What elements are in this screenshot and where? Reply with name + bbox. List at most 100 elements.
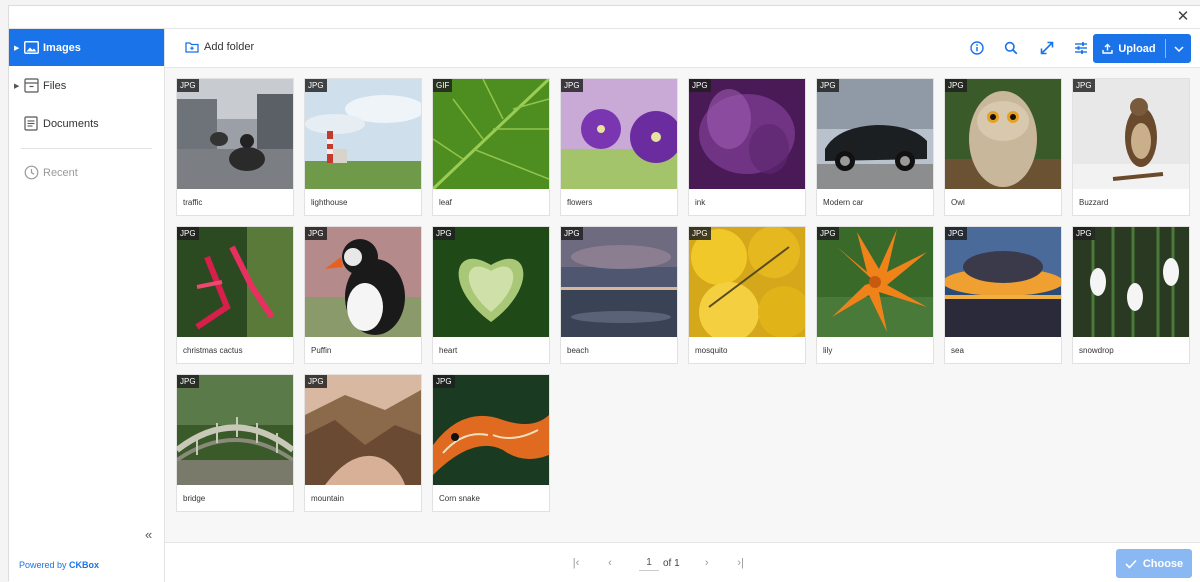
- asset-thumbnail: [689, 79, 805, 189]
- upload-icon: [1102, 43, 1114, 54]
- ckbox-link[interactable]: CKBox: [69, 560, 99, 570]
- asset-thumbnail: [1073, 227, 1189, 337]
- document-icon: [23, 116, 39, 132]
- asset-thumbnail: [561, 227, 677, 337]
- asset-card[interactable]: JPG Owl: [944, 78, 1062, 216]
- asset-thumbnail: [177, 375, 293, 485]
- sidebar-item-label: Images: [43, 41, 81, 54]
- prev-page-icon[interactable]: ‹: [601, 556, 619, 570]
- asset-name: snowdrop: [1079, 346, 1114, 355]
- asset-card[interactable]: JPG bridge: [176, 374, 294, 512]
- powered-by-prefix: Powered by: [19, 560, 70, 570]
- asset-card[interactable]: JPG traffic: [176, 78, 294, 216]
- collapse-sidebar-icon[interactable]: «: [145, 527, 152, 542]
- asset-name: lily: [823, 346, 833, 355]
- choose-button[interactable]: Choose: [1116, 549, 1192, 578]
- asset-card[interactable]: JPG lighthouse: [304, 78, 422, 216]
- last-page-icon[interactable]: ›|: [732, 556, 750, 570]
- asset-card[interactable]: JPG lily: [816, 226, 934, 364]
- sidebar-item-recent[interactable]: Recent: [9, 154, 164, 191]
- file-type-badge: GIF: [433, 79, 453, 92]
- settings-sliders-icon[interactable]: [1073, 40, 1089, 56]
- asset-card[interactable]: JPG Corn snake: [432, 374, 550, 512]
- caret-right-icon[interactable]: ▶: [14, 82, 19, 90]
- file-type-badge: JPG: [177, 79, 199, 92]
- asset-name: christmas cactus: [183, 346, 243, 355]
- asset-card[interactable]: JPG sea: [944, 226, 1062, 364]
- close-icon[interactable]: ✕: [1175, 9, 1191, 25]
- asset-thumbnail: [689, 227, 805, 337]
- page-number-input[interactable]: [639, 555, 659, 571]
- asset-thumbnail: [177, 79, 293, 189]
- maximize-icon[interactable]: [1039, 40, 1055, 56]
- sidebar-item-label: Documents: [43, 117, 99, 130]
- file-type-badge: JPG: [305, 79, 327, 92]
- first-page-icon[interactable]: |‹: [567, 556, 585, 570]
- asset-card[interactable]: GIF leaf: [432, 78, 550, 216]
- sidebar-item-documents[interactable]: Documents: [9, 105, 164, 142]
- asset-card[interactable]: JPG beach: [560, 226, 678, 364]
- asset-name: lighthouse: [311, 198, 348, 207]
- asset-thumbnail: [945, 227, 1061, 337]
- asset-card[interactable]: JPG Puffin: [304, 226, 422, 364]
- file-type-badge: JPG: [689, 227, 711, 240]
- asset-name: mountain: [311, 494, 344, 503]
- asset-thumbnail: [305, 375, 421, 485]
- asset-card[interactable]: JPG mountain: [304, 374, 422, 512]
- asset-card[interactable]: JPG heart: [432, 226, 550, 364]
- asset-card[interactable]: JPG christmas cactus: [176, 226, 294, 364]
- image-icon: [23, 40, 39, 56]
- asset-card[interactable]: JPG Buzzard: [1072, 78, 1190, 216]
- asset-name: ink: [695, 198, 706, 207]
- asset-card[interactable]: JPG ink: [688, 78, 806, 216]
- asset-card[interactable]: JPG Modern car: [816, 78, 934, 216]
- upload-button[interactable]: Upload: [1093, 34, 1191, 63]
- file-type-badge: JPG: [433, 227, 455, 240]
- file-type-badge: JPG: [305, 227, 327, 240]
- sidebar-item-label: Recent: [43, 166, 78, 179]
- file-type-badge: JPG: [177, 227, 199, 240]
- asset-card[interactable]: JPG flowers: [560, 78, 678, 216]
- next-page-icon[interactable]: ›: [698, 556, 716, 570]
- file-type-badge: JPG: [561, 227, 583, 240]
- search-icon[interactable]: [1003, 40, 1019, 56]
- asset-name: mosquito: [695, 346, 728, 355]
- asset-thumbnail: [305, 227, 421, 337]
- check-icon: [1125, 559, 1137, 569]
- upload-label: Upload: [1118, 42, 1156, 55]
- asset-name: heart: [439, 346, 458, 355]
- asset-card[interactable]: JPG snowdrop: [1072, 226, 1190, 364]
- caret-right-icon[interactable]: ▶: [14, 44, 19, 52]
- asset-thumbnail: [561, 79, 677, 189]
- file-type-badge: JPG: [177, 375, 199, 388]
- add-folder-button[interactable]: Add folder: [185, 41, 254, 53]
- add-folder-label: Add folder: [204, 41, 255, 53]
- folder-plus-icon: [185, 42, 199, 53]
- asset-name: sea: [951, 346, 964, 355]
- sidebar-divider: [21, 148, 152, 149]
- asset-thumbnail: [817, 227, 933, 337]
- asset-thumbnail: [817, 79, 933, 189]
- file-manager-dialog: ✕ ▶ Images ▶ Files Documents Recent « Po…: [8, 5, 1200, 582]
- dialog-titlebar: ✕: [9, 6, 1200, 29]
- clock-icon: [23, 165, 39, 181]
- sidebar: ▶ Images ▶ Files Documents Recent « Powe…: [9, 29, 165, 582]
- file-type-badge: JPG: [1073, 79, 1095, 92]
- asset-name: bridge: [183, 494, 206, 503]
- sidebar-item-images[interactable]: ▶ Images: [9, 29, 164, 66]
- archive-icon: [23, 78, 39, 94]
- file-type-badge: JPG: [945, 79, 967, 92]
- asset-thumbnail: [433, 79, 549, 189]
- sidebar-item-files[interactable]: ▶ Files: [9, 67, 164, 104]
- file-type-badge: JPG: [433, 375, 455, 388]
- upload-main[interactable]: Upload: [1093, 34, 1165, 63]
- asset-card[interactable]: JPG mosquito: [688, 226, 806, 364]
- chevron-down-icon[interactable]: [1166, 34, 1191, 63]
- asset-name: Modern car: [823, 198, 864, 207]
- asset-name: flowers: [567, 198, 593, 207]
- info-icon[interactable]: [969, 40, 985, 56]
- file-type-badge: JPG: [817, 227, 839, 240]
- file-type-badge: JPG: [817, 79, 839, 92]
- toolbar: Add folder Upload: [165, 29, 1200, 68]
- asset-thumbnail: [945, 79, 1061, 189]
